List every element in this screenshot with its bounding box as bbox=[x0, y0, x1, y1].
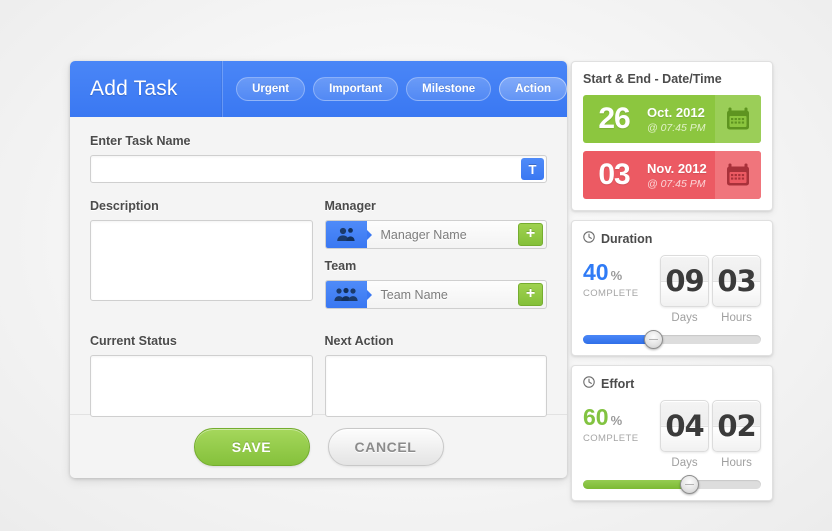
next-action-field-group: Next Action bbox=[324, 334, 547, 422]
start-date-time: @ 07:45 PM bbox=[647, 121, 706, 134]
effort-percent-sign: % bbox=[610, 413, 623, 428]
start-date-month: Oct. 2012 bbox=[647, 104, 705, 120]
dialog-footer: SAVE CANCEL bbox=[70, 414, 567, 478]
duration-hours-box[interactable]: 03 bbox=[712, 255, 761, 307]
start-date-info: Oct. 2012 @ 07:45 PM bbox=[645, 95, 715, 143]
effort-hours-value: 02 bbox=[717, 409, 756, 443]
duration-metrics: 40% COMPLETE 09 Days 03 Hours bbox=[583, 255, 761, 324]
task-name-input[interactable] bbox=[90, 155, 547, 183]
effort-flip-group: 04 Days 02 Hours bbox=[660, 400, 761, 469]
tag-pill-action[interactable]: Action bbox=[499, 77, 567, 101]
end-date-day: 03 bbox=[598, 158, 630, 191]
effort-percent-value: 60% bbox=[583, 406, 638, 429]
effort-slider-fill bbox=[583, 480, 690, 489]
effort-days-box[interactable]: 04 bbox=[660, 400, 709, 452]
duration-percent-sign: % bbox=[610, 268, 623, 283]
manager-label: Manager bbox=[324, 199, 376, 213]
description-textarea[interactable] bbox=[90, 220, 313, 301]
effort-complete-label: COMPLETE bbox=[583, 433, 639, 444]
dates-card: Start & End - Date/Time 26 Oct. 2012 @ 0… bbox=[571, 61, 773, 211]
team-name-value: Team Name bbox=[380, 287, 448, 302]
effort-metrics: 60% COMPLETE 04 Days 02 Hours bbox=[583, 400, 761, 469]
duration-days-unit: 09 Days bbox=[660, 255, 709, 324]
side-panel: Start & End - Date/Time 26 Oct. 2012 @ 0… bbox=[571, 61, 773, 501]
description-field-group: Description bbox=[90, 199, 313, 319]
people-field-group: Manager Manager Name + Team Team Name + bbox=[324, 199, 547, 319]
save-button[interactable]: SAVE bbox=[193, 427, 310, 466]
start-date-day: 26 bbox=[598, 102, 630, 135]
duration-flip-group: 09 Days 03 Hours bbox=[660, 255, 761, 324]
duration-hours-value: 03 bbox=[717, 264, 756, 298]
effort-percent-col: 60% COMPLETE bbox=[583, 400, 639, 445]
end-date-time: @ 07:45 PM bbox=[647, 177, 706, 190]
task-name-label: Enter Task Name bbox=[90, 134, 191, 148]
duration-percent-number: 40 bbox=[583, 259, 609, 285]
dates-card-title: Start & End - Date/Time bbox=[583, 72, 722, 86]
add-manager-button[interactable]: + bbox=[518, 223, 543, 246]
current-status-textarea[interactable] bbox=[90, 355, 313, 417]
duration-card: Duration 40% COMPLETE 09 Days 03 Hours bbox=[571, 220, 773, 356]
clock-icon bbox=[583, 376, 595, 391]
add-team-button[interactable]: + bbox=[518, 283, 543, 306]
next-action-label: Next Action bbox=[324, 334, 394, 348]
effort-slider-handle[interactable] bbox=[679, 474, 699, 494]
duration-days-value: 09 bbox=[665, 264, 704, 298]
effort-card: Effort 60% COMPLETE 04 Days 02 Hours bbox=[571, 365, 773, 501]
team-label: Team bbox=[324, 259, 357, 273]
duration-percent-value: 40% bbox=[583, 261, 638, 284]
description-people-row: Description Manager Manager Name + Team … bbox=[90, 199, 547, 319]
task-name-row: T bbox=[90, 155, 547, 183]
effort-days-label: Days bbox=[671, 457, 698, 469]
page-title: Add Task bbox=[90, 77, 178, 100]
duration-days-box[interactable]: 09 bbox=[660, 255, 709, 307]
group-people-icon bbox=[325, 281, 372, 308]
start-date-row[interactable]: 26 Oct. 2012 @ 07:45 PM bbox=[583, 95, 761, 143]
duration-slider-handle[interactable] bbox=[644, 329, 664, 349]
duration-percent-col: 40% COMPLETE bbox=[583, 255, 639, 300]
effort-card-title-row: Effort bbox=[583, 376, 761, 391]
clock-icon bbox=[583, 231, 595, 246]
calendar-icon[interactable] bbox=[715, 151, 761, 199]
end-date-month: Nov. 2012 bbox=[647, 160, 707, 176]
form-body: Enter Task Name T Description Manager Ma… bbox=[70, 117, 567, 417]
end-date-row[interactable]: 03 Nov. 2012 @ 07:45 PM bbox=[583, 151, 761, 199]
add-task-dialog: Add Task Urgent Important Milestone Acti… bbox=[70, 61, 567, 478]
duration-hours-unit: 03 Hours bbox=[712, 255, 761, 324]
duration-hours-label: Hours bbox=[721, 312, 752, 324]
end-date-info: Nov. 2012 @ 07:45 PM bbox=[645, 151, 715, 199]
tag-pill-important[interactable]: Important bbox=[313, 77, 399, 101]
duration-slider[interactable] bbox=[583, 329, 761, 349]
task-name-field-group: Enter Task Name T bbox=[90, 134, 547, 183]
effort-days-value: 04 bbox=[665, 409, 704, 443]
manager-name-value: Manager Name bbox=[380, 227, 467, 242]
effort-hours-label: Hours bbox=[721, 457, 752, 469]
effort-card-title: Effort bbox=[601, 376, 635, 391]
single-person-icon bbox=[325, 221, 372, 248]
effort-percent-number: 60 bbox=[583, 404, 609, 430]
duration-complete-label: COMPLETE bbox=[583, 288, 639, 299]
manager-selector[interactable]: Manager Name + bbox=[324, 220, 547, 249]
calendar-icon[interactable] bbox=[715, 95, 761, 143]
effort-hours-unit: 02 Hours bbox=[712, 400, 761, 469]
status-action-row: Current Status Next Action bbox=[90, 334, 547, 422]
text-format-icon[interactable]: T bbox=[521, 158, 544, 180]
effort-slider[interactable] bbox=[583, 474, 761, 494]
current-status-label: Current Status bbox=[90, 334, 177, 348]
cancel-button[interactable]: CANCEL bbox=[327, 427, 444, 466]
duration-card-title-row: Duration bbox=[583, 231, 761, 246]
current-status-field-group: Current Status bbox=[90, 334, 313, 422]
duration-card-title: Duration bbox=[601, 231, 653, 246]
next-action-textarea[interactable] bbox=[324, 355, 547, 417]
effort-days-unit: 04 Days bbox=[660, 400, 709, 469]
tag-pill-urgent[interactable]: Urgent bbox=[236, 77, 306, 101]
effort-hours-box[interactable]: 02 bbox=[712, 400, 761, 452]
duration-days-label: Days bbox=[671, 312, 698, 324]
description-label: Description bbox=[90, 199, 159, 213]
team-selector[interactable]: Team Name + bbox=[324, 280, 547, 309]
tag-pill-milestone[interactable]: Milestone bbox=[406, 77, 492, 101]
dialog-header: Add Task Urgent Important Milestone Acti… bbox=[70, 61, 567, 117]
tag-pill-list: Urgent Important Milestone Action bbox=[223, 77, 567, 101]
